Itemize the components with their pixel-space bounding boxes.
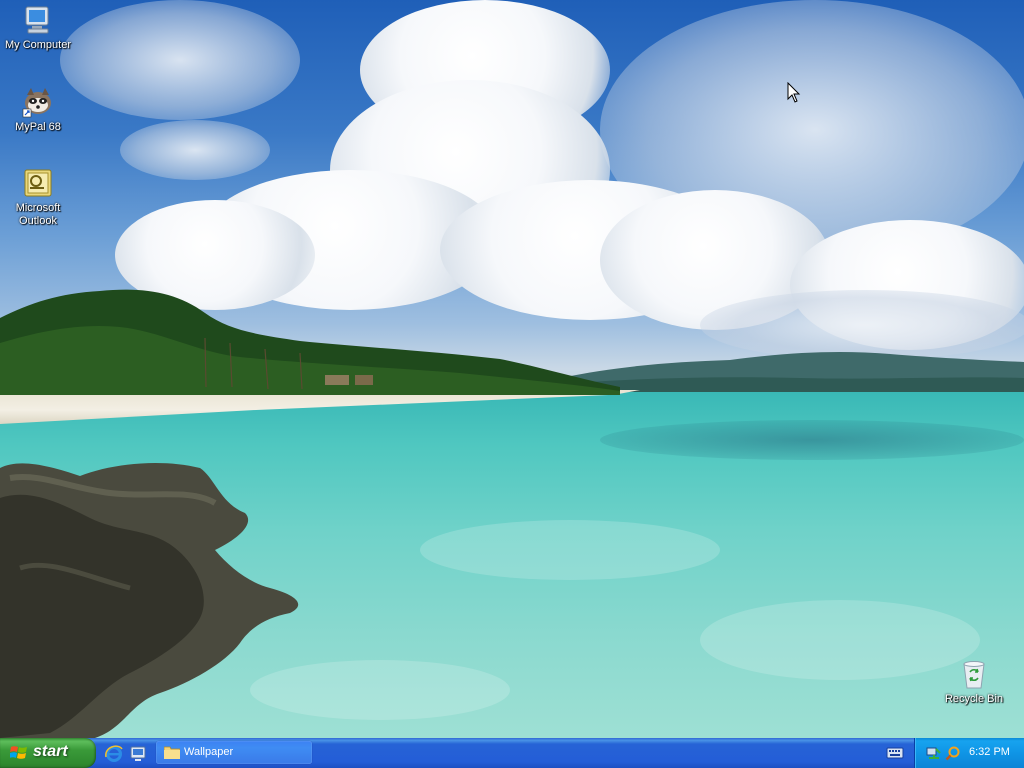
desktop-icon-outlook[interactable]: Microsoft Outlook (1, 167, 75, 228)
taskbar: start Wallpaper 6:32 PM (0, 738, 1024, 768)
desktop-icon-label: Microsoft Outlook (15, 202, 61, 227)
my-computer-icon (25, 6, 49, 34)
start-button[interactable]: start (0, 738, 96, 768)
taskbar-window-wallpaper[interactable]: Wallpaper (156, 741, 312, 764)
desktop-icon-label: Recycle Bin (944, 693, 1004, 705)
desktop-icon-mypal[interactable]: MyPal 68 (1, 86, 75, 134)
wallpaper-cloud (60, 0, 300, 120)
desktop-icon-label: MyPal 68 (15, 121, 61, 133)
internet-explorer-icon[interactable] (104, 743, 124, 763)
taskbar-window-title: Wallpaper (184, 746, 234, 758)
mypal-raccoon-icon (22, 88, 51, 118)
reef-shadow (600, 420, 1024, 460)
system-tray: 6:32 PM (914, 738, 1024, 768)
quick-launch (104, 743, 150, 763)
desktop-icon-label: My Computer (4, 39, 72, 51)
network-icon[interactable] (925, 745, 941, 761)
folder-icon (164, 746, 180, 759)
water-shimmer (420, 520, 720, 580)
start-label: start (33, 743, 68, 760)
clock[interactable]: 6:32 PM (969, 746, 1010, 758)
search-icon[interactable] (945, 745, 961, 761)
show-desktop-icon[interactable] (128, 743, 148, 763)
desktop-icon-recycle-bin[interactable]: Recycle Bin (937, 658, 1011, 706)
recycle-bin-icon (963, 661, 985, 689)
distant-mountains (560, 352, 1024, 393)
coastal-rocks (0, 462, 299, 738)
wallpaper-cloud (120, 120, 270, 180)
palm-island (0, 289, 620, 395)
desktop-wallpaper[interactable]: My Computer MyPal 68 Microsoft Outlook R… (0, 0, 1024, 738)
outlook-icon (24, 169, 52, 197)
keyboard-icon[interactable] (886, 746, 904, 760)
desktop-icon-my-computer[interactable]: My Computer (1, 4, 75, 52)
mouse-cursor-icon (787, 82, 801, 103)
windows-logo-icon (10, 746, 27, 759)
